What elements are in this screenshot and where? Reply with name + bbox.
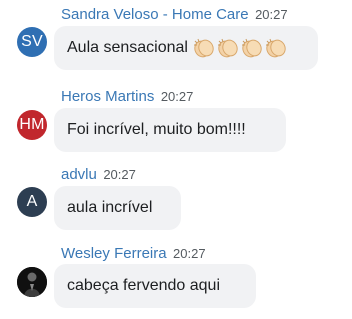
- message-bubble: Foi incrível, muito bom!!!!: [54, 108, 286, 152]
- message-header: Sandra Veloso - Home Care 20:27: [61, 6, 288, 24]
- message-bubble: aula incrível: [54, 186, 181, 230]
- message-bubble: Aula sensacional: [54, 26, 318, 70]
- clapping-hands-icon: [217, 38, 238, 58]
- avatar-photo[interactable]: [17, 267, 47, 297]
- message-time: 20:27: [173, 246, 206, 261]
- avatar-initials: A: [26, 193, 38, 210]
- clapping-hands-icon: [193, 38, 214, 58]
- avatar[interactable]: A: [17, 187, 47, 217]
- message-text: cabeça fervendo aqui: [67, 277, 220, 294]
- avatar[interactable]: HM: [17, 110, 47, 140]
- clapping-hands-icon: [241, 38, 262, 58]
- person-silhouette-icon: [17, 267, 47, 297]
- avatar[interactable]: SV: [17, 27, 47, 57]
- message-text: Foi incrível, muito bom!!!!: [67, 121, 246, 138]
- message-text: Aula sensacional: [67, 39, 188, 56]
- emoji-group: [192, 37, 288, 59]
- message-text: aula incrível: [67, 199, 153, 216]
- avatar-initials: SV: [21, 33, 43, 50]
- message-header: Heros Martins 20:27: [61, 88, 193, 106]
- author-name[interactable]: advlu: [61, 166, 97, 183]
- clapping-hands-icon: [265, 38, 286, 58]
- message-time: 20:27: [103, 167, 136, 182]
- message-header: Wesley Ferreira 20:27: [61, 245, 206, 263]
- author-name[interactable]: Sandra Veloso - Home Care: [61, 6, 249, 23]
- author-name[interactable]: Heros Martins: [61, 88, 154, 105]
- author-name[interactable]: Wesley Ferreira: [61, 245, 167, 262]
- message-time: 20:27: [160, 89, 194, 104]
- message-bubble: cabeça fervendo aqui: [54, 264, 256, 308]
- avatar-initials: HM: [19, 116, 45, 133]
- message-time: 20:27: [255, 7, 288, 22]
- message-header: advlu 20:27: [61, 166, 136, 184]
